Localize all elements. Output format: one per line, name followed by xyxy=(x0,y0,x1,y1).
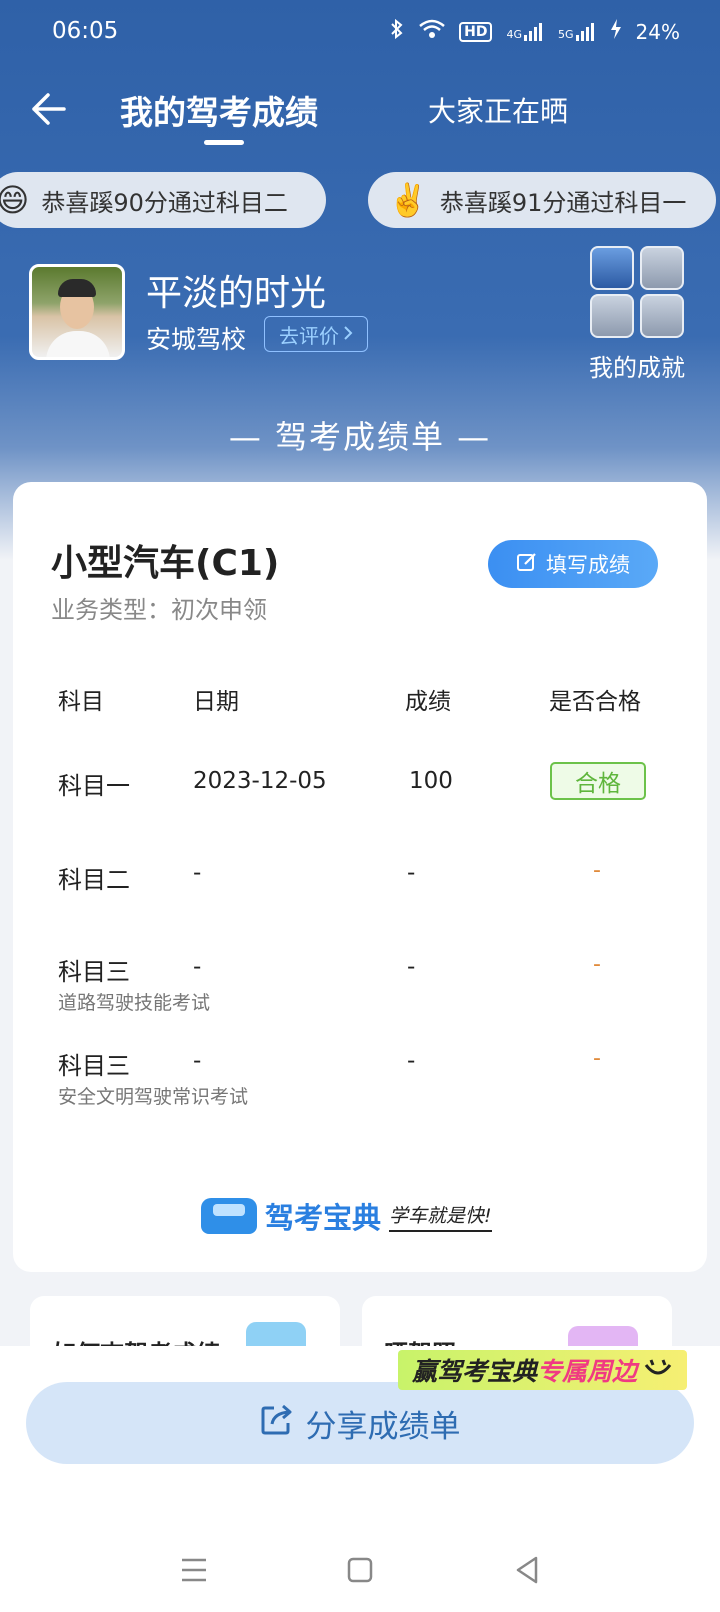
brand-slogan: 学车就是快! xyxy=(389,1201,492,1232)
charging-icon xyxy=(610,19,622,44)
ticker-text: 恭喜蹊91分通过科目一 xyxy=(439,188,687,217)
merch-prefix: 赢驾考宝典 xyxy=(412,1357,538,1386)
column-header-date: 日期 xyxy=(193,689,239,715)
row-date: 2023-12-05 xyxy=(193,768,327,794)
row-date: - xyxy=(193,1048,202,1074)
score-card: 小型汽车(C1) 业务类型：初次申领 填写成绩 科目 日期 成绩 是否合格 科目… xyxy=(13,482,707,1272)
wifi-icon xyxy=(419,19,445,44)
car-logo-icon xyxy=(201,1198,257,1234)
merch-promo-banner[interactable]: 赢驾考宝典 专属周边 xyxy=(398,1350,688,1390)
business-type: 业务类型：初次申领 xyxy=(51,596,267,624)
review-button[interactable]: 去评价 xyxy=(264,316,368,352)
profile-section: 平淡的时光 安城驾校 去评价 我的成就 xyxy=(0,246,720,382)
row-score: - xyxy=(407,954,416,980)
tab-my-scores[interactable]: 我的驾考成绩 xyxy=(120,86,318,134)
bluetooth-icon xyxy=(389,18,405,45)
nav-bar: 我的驾考成绩 大家正在晒 xyxy=(0,70,720,160)
edit-icon xyxy=(516,551,538,578)
row-subject: 科目三 xyxy=(58,958,130,986)
username: 平淡的时光 xyxy=(146,273,327,314)
tab-active-indicator xyxy=(204,140,244,145)
row-date: - xyxy=(193,954,202,980)
pass-status-badge: 合格 xyxy=(550,762,646,800)
congrats-ticker: ✌️ 恭喜蹊91分通过科目一 xyxy=(368,172,716,228)
badge-icon xyxy=(590,246,634,290)
congrats-ticker: 😄 恭喜蹊90分通过科目二 xyxy=(0,172,326,228)
row-score: 100 xyxy=(409,768,453,794)
signal-4g-icon: 4G xyxy=(506,22,544,41)
row-subject-detail: 道路驾驶技能考试 xyxy=(58,992,211,1014)
status-time: 06:05 xyxy=(52,18,119,44)
row-subject: 科目一 xyxy=(58,772,130,800)
share-icon xyxy=(260,1402,294,1444)
column-header-passed: 是否合格 xyxy=(549,689,641,715)
back-nav-icon[interactable] xyxy=(508,1550,548,1590)
column-header-score: 成绩 xyxy=(405,689,451,715)
badge-icon xyxy=(640,294,684,338)
score-sheet-title: — 驾考成绩单 — xyxy=(228,418,492,456)
review-button-label: 去评价 xyxy=(279,323,339,348)
row-subject: 科目三 xyxy=(58,1052,130,1080)
row-subject-detail: 安全文明驾驶常识考试 xyxy=(58,1086,249,1108)
signal-5g-icon: 5G xyxy=(558,22,596,41)
grin-emoji-icon: 😄 xyxy=(0,181,30,219)
row-date: - xyxy=(193,860,202,886)
brand-name: 驾考宝典 xyxy=(265,1201,382,1235)
my-achievements-link[interactable]: 我的成就 xyxy=(589,348,685,383)
battery-percent: 24% xyxy=(635,19,680,44)
row-subject: 科目二 xyxy=(58,866,130,894)
column-header-subject: 科目 xyxy=(58,689,104,715)
hd-icon: HD xyxy=(459,21,493,42)
share-score-sheet-button[interactable]: 分享成绩单 xyxy=(26,1382,694,1464)
tab-everyone-sharing[interactable]: 大家正在晒 xyxy=(428,90,568,130)
brand-logo: 驾考宝典 学车就是快! xyxy=(201,1194,492,1238)
merch-highlight: 专属周边 xyxy=(537,1357,638,1386)
badge-icon xyxy=(640,246,684,290)
avatar[interactable] xyxy=(29,264,125,360)
status-bar: 06:05 HD 4G 5G 24% xyxy=(0,0,720,64)
row-pass-status: - xyxy=(593,952,601,977)
ticker-text: 恭喜蹊90分通过科目二 xyxy=(41,188,288,217)
share-button-label: 分享成绩单 xyxy=(305,1408,461,1445)
achievement-badges[interactable] xyxy=(590,246,690,346)
chevron-right-icon xyxy=(343,322,353,346)
victory-hand-emoji-icon: ✌️ xyxy=(388,181,428,219)
menu-nav-icon[interactable] xyxy=(174,1550,214,1590)
row-pass-status: - xyxy=(593,1046,601,1071)
row-pass-status: - xyxy=(593,858,601,883)
row-score: - xyxy=(407,860,416,886)
smile-icon xyxy=(643,1356,673,1385)
home-nav-icon[interactable] xyxy=(340,1550,380,1590)
fill-score-button[interactable]: 填写成绩 xyxy=(488,540,658,588)
license-type: 小型汽车(C1) xyxy=(51,543,280,584)
badge-icon xyxy=(590,294,634,338)
back-arrow-icon[interactable] xyxy=(26,84,76,134)
row-score: - xyxy=(407,1048,416,1074)
system-navigation-bar xyxy=(0,1540,720,1600)
fill-score-label: 填写成绩 xyxy=(546,553,630,577)
driving-school-name: 安城驾校 xyxy=(146,325,247,354)
